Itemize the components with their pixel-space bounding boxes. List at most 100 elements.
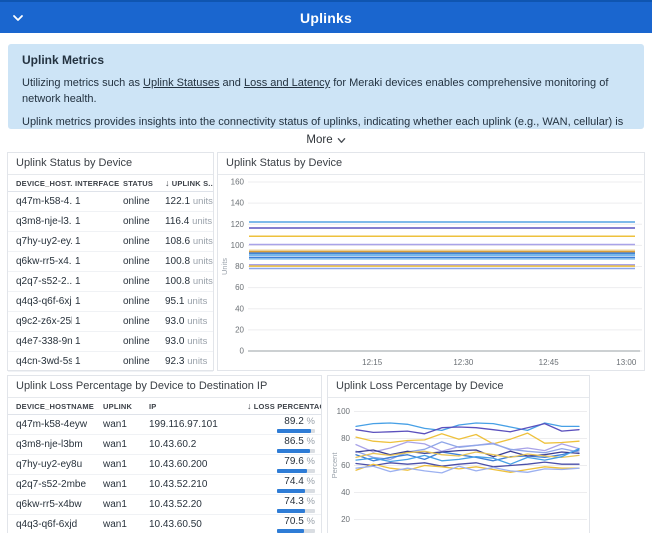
table-row[interactable]: q3m8-nje-l3...1online116.4 units <box>8 212 213 232</box>
table-cell: q2q7-s52-2... <box>8 276 72 287</box>
svg-text:12:30: 12:30 <box>453 358 474 367</box>
sort-desc-icon[interactable]: ↓ <box>165 178 170 188</box>
table-row[interactable]: q4cn-3wd-5s...1online92.3 units <box>8 352 213 372</box>
table-row[interactable]: q47m-k58-4...1online122.1 units <box>8 192 213 212</box>
loss-and-latency-link[interactable]: Loss and Latency <box>244 77 330 89</box>
uplink-statuses-link[interactable]: Uplink Statuses <box>143 77 219 89</box>
loss-table-body: q47m-k58-4eywwan1199.116.97.10189.2 %q3m… <box>8 415 321 533</box>
loss-bar <box>277 509 315 513</box>
info-text: and <box>219 77 243 89</box>
page-title: Uplinks <box>300 10 352 26</box>
table-cell: q4e7-338-9nr8 <box>8 336 72 347</box>
loss-percentage-cell: 74.4 % <box>244 476 321 493</box>
table-cell: q4q3-q6f-6xjd <box>8 296 72 307</box>
collapse-chevron-icon[interactable] <box>12 12 24 24</box>
loss-table-header: DEVICE_HOSTNAME UPLINK IP ↓LOSS PERCENTA… <box>8 398 321 415</box>
svg-text:20: 20 <box>341 515 350 524</box>
status-chart-panel: Uplink Status by Device 0204060801001201… <box>217 152 645 371</box>
status-chart[interactable]: 02040608010012014016012:1512:3012:4513:0… <box>218 175 644 375</box>
table-cell: q47m-k58-4... <box>8 196 72 207</box>
table-cell: online <box>120 336 162 347</box>
svg-text:12:15: 12:15 <box>362 358 383 367</box>
table-cell: q3m8-nje-l3bm <box>8 439 100 450</box>
svg-text:13:00: 13:00 <box>616 358 637 367</box>
col-ip[interactable]: IP <box>146 402 244 411</box>
col-loss-percentage[interactable]: ↓LOSS PERCENTAGE <box>244 401 321 411</box>
loss-percentage-cell: 86.5 % <box>244 436 321 453</box>
uplinks-header[interactable]: Uplinks <box>0 0 652 33</box>
table-cell: 1 <box>72 356 120 367</box>
sort-desc-icon[interactable]: ↓ <box>247 401 252 411</box>
table-row[interactable]: q4q3-q6f-6xjd1online95.1 units <box>8 292 213 312</box>
table-cell: wan1 <box>100 519 146 530</box>
table-cell: 1 <box>72 256 120 267</box>
table-row[interactable]: q6kw-rr5-x4...1online100.8 units <box>8 252 213 272</box>
col-status[interactable]: STATUS <box>120 179 162 188</box>
col-interface[interactable]: INTERFACE <box>72 179 120 188</box>
svg-text:20: 20 <box>235 325 244 334</box>
table-cell: 1 <box>72 236 120 247</box>
loss-bar <box>277 529 315 533</box>
table-row[interactable]: q47m-k58-4eywwan1199.116.97.10189.2 % <box>8 415 321 435</box>
loss-chart-title: Uplink Loss Percentage by Device <box>328 376 589 398</box>
table-cell: online <box>120 236 162 247</box>
status-line-chart[interactable]: 02040608010012014016012:1512:3012:4513:0… <box>218 175 644 370</box>
loss-chart[interactable]: 20406080100Percent <box>328 398 589 533</box>
uplinks-dashboard: Uplinks Uplink Metrics Utilizing metrics… <box>0 0 652 533</box>
loss-percentage-cell: 70.5 % <box>244 516 321 533</box>
table-cell: 1 <box>72 336 120 347</box>
table-cell-value: 108.6 units <box>162 236 213 247</box>
col-device-hostname[interactable]: DEVICE_HOSTNAME <box>8 402 100 411</box>
table-cell: q4q3-q6f-6xjd <box>8 519 100 530</box>
table-cell: online <box>120 296 162 307</box>
more-button[interactable]: More <box>306 134 345 146</box>
info-paragraph-1: Utilizing metrics such as Uplink Statuse… <box>22 76 630 108</box>
table-cell-value: 116.4 units <box>162 216 213 227</box>
loss-percentage-cell: 74.3 % <box>244 496 321 513</box>
table-row[interactable]: q7hy-uy2-ey...1online108.6 units <box>8 232 213 252</box>
status-table-header: DEVICE_HOST... INTERFACE STATUS ↓UPLINK … <box>8 175 213 192</box>
table-cell: q6kw-rr5-x4... <box>8 256 72 267</box>
loss-chart-panel: Uplink Loss Percentage by Device 2040608… <box>327 375 590 533</box>
table-cell: 10.43.52.210 <box>146 479 244 490</box>
table-cell: 1 <box>72 316 120 327</box>
table-cell-value: 122.1 units <box>162 196 213 207</box>
table-cell: q4cn-3wd-5s... <box>8 356 72 367</box>
status-table-panel: Uplink Status by Device DEVICE_HOST... I… <box>7 152 214 371</box>
table-cell: 1 <box>72 276 120 287</box>
table-cell: wan1 <box>100 479 146 490</box>
svg-text:60: 60 <box>235 283 244 292</box>
col-device-hostname[interactable]: DEVICE_HOST... <box>8 179 72 188</box>
col-uplink-status[interactable]: ↓UPLINK S... <box>162 178 213 188</box>
table-cell: 1 <box>72 216 120 227</box>
table-row[interactable]: q6kw-rr5-x4bwwan110.43.52.2074.3 % <box>8 495 321 515</box>
table-cell: wan1 <box>100 439 146 450</box>
table-row[interactable]: q4q3-q6f-6xjdwan110.43.60.5070.5 % <box>8 515 321 533</box>
table-cell-value: 92.3 units <box>162 356 213 367</box>
table-row[interactable]: q7hy-uy2-ey8uwan110.43.60.20079.6 % <box>8 455 321 475</box>
svg-text:40: 40 <box>341 488 350 497</box>
loss-bar <box>277 449 315 453</box>
svg-text:40: 40 <box>235 304 244 313</box>
table-row[interactable]: q2q7-s52-2mbewan110.43.52.21074.4 % <box>8 475 321 495</box>
table-cell: online <box>120 276 162 287</box>
col-uplink[interactable]: UPLINK <box>100 402 146 411</box>
loss-line-chart[interactable]: 20406080100Percent <box>328 398 589 533</box>
table-cell: q47m-k58-4eyw <box>8 419 100 430</box>
svg-text:80: 80 <box>341 434 350 443</box>
table-cell-value: 93.0 units <box>162 316 213 327</box>
table-cell: 10.43.52.20 <box>146 499 244 510</box>
svg-text:80: 80 <box>235 262 244 271</box>
svg-text:12:45: 12:45 <box>539 358 560 367</box>
table-row[interactable]: q3m8-nje-l3bmwan110.43.60.286.5 % <box>8 435 321 455</box>
svg-text:140: 140 <box>231 199 245 208</box>
svg-text:Units: Units <box>220 258 229 275</box>
table-row[interactable]: q2q7-s52-2...1online100.8 units <box>8 272 213 292</box>
table-row[interactable]: q4e7-338-9nr81online93.0 units <box>8 332 213 352</box>
more-row: More <box>0 130 652 148</box>
table-cell: 10.43.60.50 <box>146 519 244 530</box>
table-cell: wan1 <box>100 419 146 430</box>
table-row[interactable]: q9c2-z6x-25ks1online93.0 units <box>8 312 213 332</box>
table-cell: q3m8-nje-l3... <box>8 216 72 227</box>
info-title: Uplink Metrics <box>22 53 630 67</box>
